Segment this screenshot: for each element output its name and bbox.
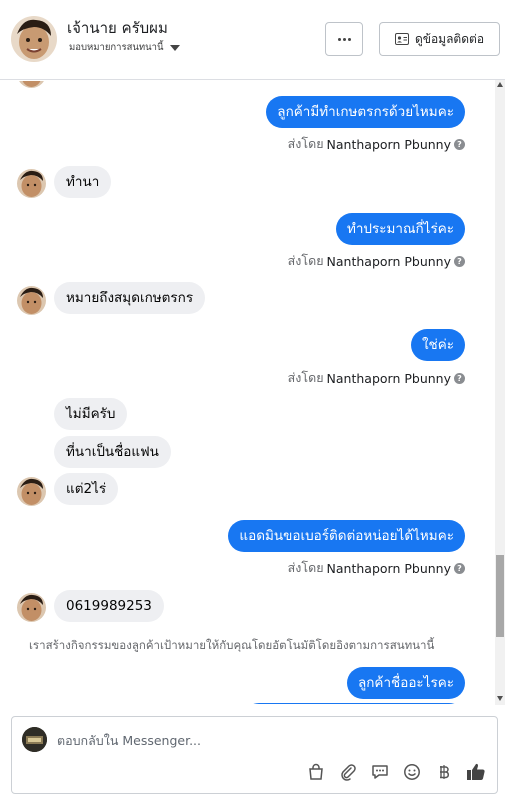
- baht-icon: [440, 765, 450, 779]
- reply-input[interactable]: [57, 729, 477, 751]
- scroll-up-arrow-icon[interactable]: [497, 82, 503, 87]
- emoji-icon: [404, 764, 420, 780]
- sent-by-label: ส่งโดย Nanthaporn Pbunny ?: [288, 134, 465, 154]
- shopping-bag-icon: [309, 763, 323, 780]
- customer-avatar-small: [17, 81, 46, 88]
- more-options-button[interactable]: [325, 22, 363, 56]
- sent-by-prefix: ส่งโดย: [287, 370, 324, 385]
- outgoing-message[interactable]: ลูกค้าชื่ออะไรคะ: [346, 667, 465, 699]
- view-contact-button[interactable]: ดูข้อมูลติดต่อ: [379, 22, 500, 56]
- contact-card-icon: [394, 33, 409, 45]
- info-icon[interactable]: ?: [454, 562, 465, 574]
- info-icon[interactable]: ?: [454, 372, 465, 384]
- incoming-message[interactable]: ไม่มีครับ: [54, 398, 128, 430]
- composer-toolbar: [305, 761, 487, 783]
- saved-reply-button[interactable]: [369, 761, 391, 783]
- incoming-message[interactable]: หมายถึงสมุดเกษตรกร: [54, 282, 206, 314]
- outgoing-message[interactable]: แอดมินขอเบอร์ติดต่อหน่อยได้ไหมคะ: [228, 520, 465, 552]
- customer-avatar-small: [17, 286, 46, 315]
- customer-name[interactable]: เจ้านาย ครับผม: [67, 16, 168, 40]
- info-icon[interactable]: ?: [454, 138, 465, 150]
- incoming-message[interactable]: แต่2ไร่: [54, 473, 119, 505]
- info-icon[interactable]: ?: [454, 255, 465, 267]
- customer-avatar-small: [17, 593, 46, 622]
- customer-avatar-small: [17, 169, 46, 198]
- reply-composer: [11, 716, 498, 794]
- incoming-message[interactable]: 0619989253: [54, 590, 164, 622]
- page-avatar: [22, 727, 47, 752]
- attach-button[interactable]: [337, 761, 359, 783]
- sender-name: Nanthaporn Pbunny: [326, 560, 451, 576]
- outgoing-message[interactable]: ลูกค้ามีทำเกษตรกรด้วยไหมคะ: [266, 96, 465, 128]
- customer-avatar-small: [17, 477, 46, 506]
- sender-name: Nanthaporn Pbunny: [326, 370, 451, 386]
- caret-down-icon: [169, 44, 180, 51]
- thumbs-up-icon: [467, 763, 485, 780]
- saved-reply-icon: [372, 765, 388, 779]
- sent-by-label: ส่งโดย Nanthaporn Pbunny ?: [288, 558, 465, 578]
- scrollbar-thumb[interactable]: [496, 555, 504, 637]
- payment-button[interactable]: [433, 761, 455, 783]
- sent-by-prefix: ส่งโดย: [287, 253, 324, 268]
- shop-button[interactable]: [305, 761, 327, 783]
- scroll-down-arrow-icon[interactable]: [497, 696, 503, 701]
- customer-avatar[interactable]: [11, 16, 57, 62]
- message-thread[interactable]: ลูกค้ามีทำเกษตรกรด้วยไหมคะ ส่งโดย Nantha…: [0, 81, 505, 704]
- assign-conversation-dropdown[interactable]: มอบหมายการสนทนานี้: [69, 40, 180, 55]
- chat-scrollbar[interactable]: [495, 80, 505, 705]
- outgoing-message-partial[interactable]: [243, 703, 465, 704]
- more-dots-icon: [337, 37, 351, 41]
- assign-label: มอบหมายการสนทนานี้: [69, 42, 164, 53]
- sender-name: Nanthaporn Pbunny: [326, 253, 451, 269]
- sent-by-prefix: ส่งโดย: [287, 136, 324, 151]
- sent-by-prefix: ส่งโดย: [287, 560, 324, 575]
- view-contact-label: ดูข้อมูลติดต่อ: [414, 31, 485, 46]
- incoming-message[interactable]: ที่นาเป็นชื่อแฟน: [54, 436, 171, 468]
- like-button[interactable]: [465, 761, 487, 783]
- system-notice: เราสร้างกิจกรรมของลูกค้าเป้าหมายให้กับคุ…: [29, 638, 435, 652]
- emoji-button[interactable]: [401, 761, 423, 783]
- incoming-message[interactable]: ทำนา: [54, 166, 112, 198]
- sender-name: Nanthaporn Pbunny: [326, 136, 451, 152]
- outgoing-message[interactable]: ใช่ค่ะ: [410, 329, 465, 361]
- sent-by-label: ส่งโดย Nanthaporn Pbunny ?: [288, 368, 465, 388]
- paperclip-icon: [341, 764, 356, 781]
- conversation-header: เจ้านาย ครับผม มอบหมายการสนทนานี้ ดูข้อม…: [0, 0, 505, 80]
- outgoing-message[interactable]: ทำประมาณกี่ไร่คะ: [335, 213, 465, 245]
- sent-by-label: ส่งโดย Nanthaporn Pbunny ?: [288, 251, 465, 271]
